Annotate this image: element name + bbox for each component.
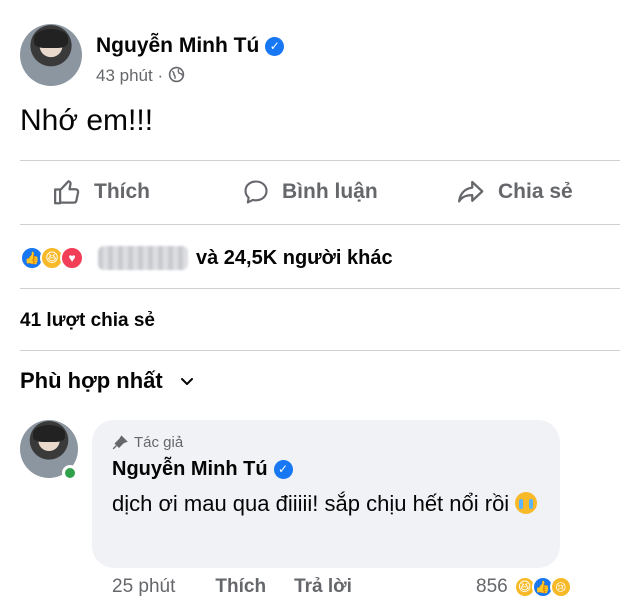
- divider: [20, 160, 620, 161]
- comment-label: Bình luận: [282, 180, 378, 203]
- post-author-name-row[interactable]: Nguyễn Minh Tú ✓: [96, 34, 285, 58]
- like-label: Thích: [94, 180, 150, 203]
- commenter-name-row[interactable]: Nguyễn Minh Tú ✓: [112, 458, 293, 481]
- shares-count[interactable]: 41 lượt chia sẻ: [20, 310, 155, 332]
- reactions-summary[interactable]: 👍 😆 ♥ và 24,5K người khác: [20, 240, 393, 276]
- thumbs-up-icon: [54, 180, 80, 205]
- blurred-reactor-name: [98, 246, 188, 270]
- like-button[interactable]: Thích: [52, 172, 150, 212]
- comment-text-row: dịch ơi mau qua điiiii! sắp chịu hết nổi…: [112, 488, 552, 520]
- sort-label: Phù hợp nhất: [20, 368, 163, 393]
- verified-badge-icon: ✓: [265, 36, 285, 56]
- meta-separator: ·: [157, 66, 164, 85]
- sad-icon: 😢: [549, 576, 572, 598]
- comment-button[interactable]: Bình luận: [242, 172, 378, 212]
- post-meta: 43 phút ·: [96, 66, 185, 86]
- verified-badge-icon: ✓: [273, 459, 293, 479]
- comment-reactions[interactable]: 856 😆 👍 😢: [476, 576, 572, 598]
- reactions-count-text: và 24,5K người khác: [196, 246, 393, 269]
- comment-reply-button[interactable]: Trả lời: [294, 576, 352, 598]
- speech-bubble-icon: [244, 180, 268, 204]
- author-badge-label: Tác giả: [134, 434, 184, 451]
- divider: [20, 350, 620, 351]
- commenter-name[interactable]: Nguyễn Minh Tú: [112, 458, 268, 480]
- share-label: Chia sẻ: [498, 180, 573, 203]
- comment-like-button[interactable]: Thích: [215, 576, 266, 598]
- comment-time[interactable]: 25 phút: [112, 576, 175, 598]
- comment-footer: 25 phút Thích Trả lời: [112, 576, 352, 598]
- online-status-dot: [62, 465, 78, 481]
- comment-sort-dropdown[interactable]: Phù hợp nhất: [20, 368, 195, 394]
- post-text: Nhớ em!!!: [20, 104, 154, 137]
- love-icon: ♥: [60, 246, 84, 270]
- share-button[interactable]: Chia sẻ: [456, 172, 573, 212]
- microphone-icon: [112, 434, 128, 449]
- divider: [20, 224, 620, 225]
- post-author-name[interactable]: Nguyễn Minh Tú: [96, 34, 259, 57]
- divider: [20, 288, 620, 289]
- post-time[interactable]: 43 phút: [96, 66, 153, 85]
- comment-text: dịch ơi mau qua điiiii! sắp chịu hết nổi…: [112, 491, 510, 516]
- share-arrow-icon: [458, 180, 484, 203]
- crying-face-icon: [515, 492, 538, 514]
- chevron-down-icon: [180, 378, 193, 385]
- post-author-avatar[interactable]: [20, 24, 82, 86]
- comment-reaction-count: 856: [476, 576, 508, 597]
- globe-icon[interactable]: [168, 66, 185, 83]
- author-badge: Tác giả: [112, 434, 183, 451]
